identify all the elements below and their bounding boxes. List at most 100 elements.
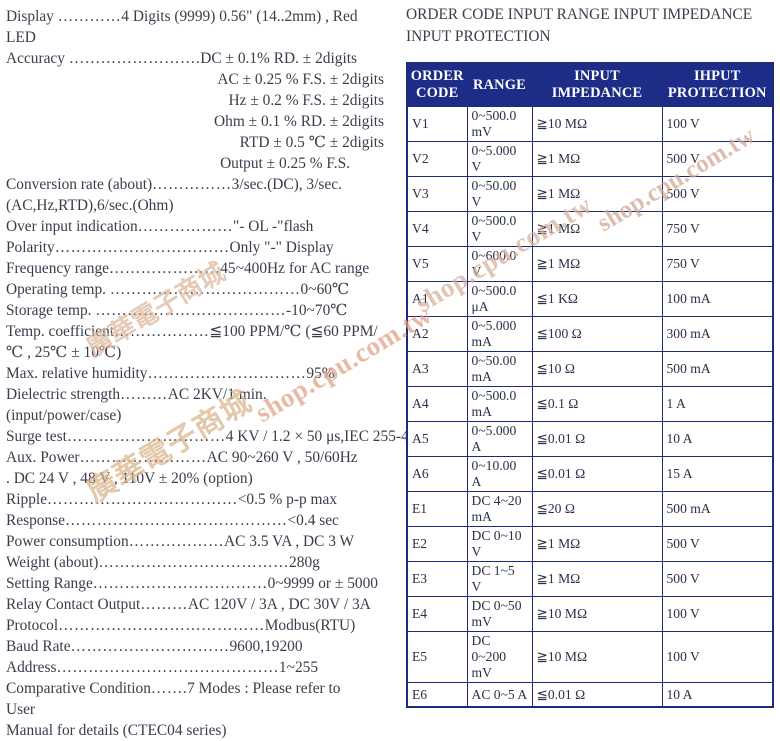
spec-line: Weight (about)………………………………280g xyxy=(6,552,392,573)
spec-leader-dots: ……… xyxy=(120,386,168,403)
spec-value: -10~70℃ xyxy=(286,302,348,319)
cell-protection: 500 mA xyxy=(661,491,774,527)
spec-line: Output ± 0.25 % F.S. xyxy=(6,153,392,174)
cell-protection: 100 V xyxy=(661,631,774,683)
spec-leader-dots: …………………………………… xyxy=(65,512,288,529)
cell-code: V2 xyxy=(406,141,468,177)
spec-value: 7 Modes : Please refer to xyxy=(187,680,341,697)
spec-label: . DC 24 V , 48 V , 110V ± 20% (option) xyxy=(6,470,253,487)
cell-impedance: ≧1 MΩ xyxy=(531,561,663,597)
spec-leader-dots: …………………… xyxy=(79,449,207,466)
spec-label: Display xyxy=(6,8,58,25)
table-row: E4 DC 0~50 mV ≧10 MΩ 100 V xyxy=(406,596,774,632)
cell-range: 0~500.0 mA xyxy=(466,386,533,422)
cell-range: 0~50.00 V xyxy=(466,176,533,212)
cell-code: V1 xyxy=(406,106,468,142)
spec-label: Weight (about) xyxy=(6,554,99,571)
spec-label: Address xyxy=(6,659,57,676)
spec-leader-dots: ……………… xyxy=(128,533,225,550)
spec-value: <0.4 sec xyxy=(287,512,339,529)
spec-value: AC ± 0.25 % F.S. ± 2digits xyxy=(217,71,384,88)
table-column-header: RANGE xyxy=(466,62,533,107)
cell-range: DC 0~10 V xyxy=(466,526,533,562)
spec-value: Hz ± 0.2 % F.S. ± 2digits xyxy=(228,92,384,109)
spec-line: Polarity……………………………Only "-" Display xyxy=(6,237,392,258)
spec-label: (AC,Hz,RTD),6/sec.(Ohm) xyxy=(6,197,174,214)
cell-range: 0~600.0 V xyxy=(466,246,533,282)
spec-label: Ripple xyxy=(6,491,48,508)
spec-value: "- OL -"flash xyxy=(233,218,314,235)
spec-line: Address……………………………………1~255 xyxy=(6,657,392,678)
spec-value: DC ± 0.1% RD. ± 2digits xyxy=(200,50,357,67)
range-table-section: ORDER CODE INPUT RANGE INPUT IMPEDANCE I… xyxy=(406,4,776,708)
cell-range: DC 0~200 mV xyxy=(466,631,533,683)
cell-impedance: ≧1 MΩ xyxy=(531,526,663,562)
cell-protection: 1 A xyxy=(661,386,774,422)
cell-impedance: ≦10 Ω xyxy=(531,351,663,387)
table-row: A2 0~5.000 mA ≦100 Ω 300 mA xyxy=(406,316,774,352)
spec-line: LED xyxy=(6,27,392,48)
table-row: E1 DC 4~20 mA ≦20 Ω 500 mA xyxy=(406,491,774,527)
cell-code: V3 xyxy=(406,176,468,212)
spec-line: Aux. Power……………………AC 90~260 V , 50/60Hz xyxy=(6,447,392,468)
input-range-table: ORDER CODE RANGE INPUT IMPEDANCE IHPUT PROT… xyxy=(406,62,774,708)
cell-code: A3 xyxy=(406,351,468,387)
table-row: V2 0~5.000 V ≧1 MΩ 500 V xyxy=(406,141,774,177)
spec-line: Temp. coefficient………………≦100 PPM/℃ (≦60 P… xyxy=(6,321,392,342)
spec-line: Power consumption………………AC 3.5 VA , DC 3 … xyxy=(6,531,392,552)
spec-leader-dots: ……………… xyxy=(137,218,233,235)
spec-value: Modbus(RTU) xyxy=(264,617,356,634)
spec-leader-dots: ……… xyxy=(140,596,188,613)
spec-value: AC 2KV/1 min. xyxy=(167,386,267,403)
table-row: V1 0~500.0 mV ≧10 MΩ 100 V xyxy=(406,106,774,142)
cell-impedance: ≧10 MΩ xyxy=(531,106,663,142)
spec-label: Operating temp. xyxy=(6,281,110,298)
table-column-header: ORDER CODE xyxy=(406,62,468,107)
cell-protection: 15 A xyxy=(661,456,774,492)
table-row: A6 0~10.00 A ≦0.01 Ω 15 A xyxy=(406,456,774,492)
spec-label: User xyxy=(6,701,36,718)
spec-line: Baud Rate…………………………9600,19200 xyxy=(6,636,392,657)
cell-range: 0~500.0 μA xyxy=(466,281,533,317)
spec-leader-dots: ………………………………… xyxy=(58,617,265,634)
spec-line: Ohm ± 0.1 % RD. ± 2digits xyxy=(6,111,392,132)
spec-line: RTD ± 0.5 ℃ ± 2digits xyxy=(6,132,392,153)
table-row: A5 0~5.000 A ≦0.01 Ω 10 A xyxy=(406,421,774,457)
specifications-list: Display …………4 Digits (9999) 0.56" (14..2… xyxy=(6,6,409,741)
table-row: E5 DC 0~200 mV ≧10 MΩ 100 V xyxy=(406,631,774,683)
cell-protection: 750 V xyxy=(661,246,774,282)
table-row: V4 0~500.0 V ≧1 MΩ 750 V xyxy=(406,211,774,247)
cell-range: AC 0~5 A xyxy=(466,682,533,708)
spec-label: Temp. coefficient xyxy=(6,323,115,340)
spec-line: ℃ , 25℃ ± 10℃) xyxy=(6,342,392,363)
cell-protection: 500 V xyxy=(661,526,774,562)
cell-code: E3 xyxy=(406,561,468,597)
spec-line: . DC 24 V , 48 V , 110V ± 20% (option) xyxy=(6,468,392,489)
spec-label: Dielectric strength xyxy=(6,386,121,403)
table-row: E2 DC 0~10 V ≧1 MΩ 500 V xyxy=(406,526,774,562)
spec-leader-dots: ………………………… xyxy=(66,428,226,445)
spec-value: ≦100 PPM/℃ (≦60 PPM/ xyxy=(209,323,378,340)
cell-impedance: ≧1 MΩ xyxy=(531,141,663,177)
spec-label: Baud Rate xyxy=(6,638,71,655)
table-column-header: INPUT IMPEDANCE xyxy=(531,62,663,107)
spec-label: LED xyxy=(6,29,36,46)
spec-value: 280g xyxy=(289,554,320,571)
cell-code: E4 xyxy=(406,596,468,632)
spec-value: <0.5 % p-p max xyxy=(237,491,338,508)
spec-value: AC 3.5 VA , DC 3 W xyxy=(224,533,355,550)
spec-line: Surge test…………………………4 KV / 1.2 × 50 μs,I… xyxy=(6,426,409,447)
cell-range: DC 0~50 mV xyxy=(466,596,533,632)
spec-label: Power consumption xyxy=(6,533,129,550)
cell-range: DC 4~20 mA xyxy=(466,491,533,527)
cell-range: 0~5.000 mA xyxy=(466,316,533,352)
spec-label: Relay Contact Output xyxy=(6,596,141,613)
cell-range: DC 1~5 V xyxy=(466,561,533,597)
spec-line: Dielectric strength………AC 2KV/1 min. xyxy=(6,384,392,405)
spec-value: Only "-" Display xyxy=(229,239,334,256)
spec-line: Frequency range…………………45~400Hz for AC ra… xyxy=(6,258,392,279)
cell-impedance: ≧1 MΩ xyxy=(531,211,663,247)
cell-protection: 100 V xyxy=(661,596,774,632)
table-heading: ORDER CODE INPUT RANGE INPUT IMPEDANCE I… xyxy=(406,6,753,45)
spec-leader-dots: ………………… xyxy=(109,260,221,277)
